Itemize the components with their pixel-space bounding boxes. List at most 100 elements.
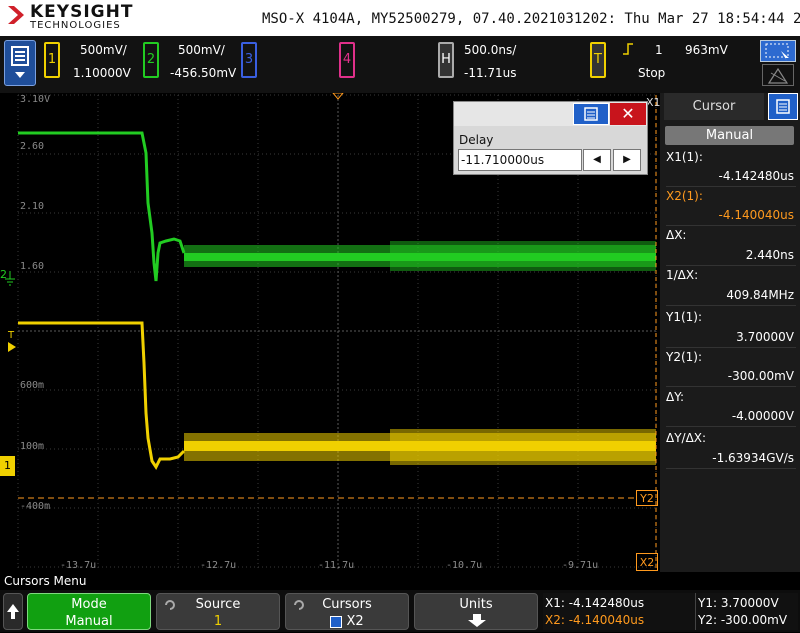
delay-menu-button[interactable]	[573, 103, 609, 125]
y1-value: 3.70000V	[736, 330, 794, 344]
delta-x-value: 2.440ns	[745, 248, 794, 262]
delay-decrement-button[interactable]: ◀	[583, 149, 611, 171]
trigger-button[interactable]: T	[590, 42, 606, 78]
y-tick-label: 1.60	[20, 261, 45, 272]
down-arrow-icon	[468, 614, 486, 627]
trigger-arrow-icon	[8, 342, 16, 352]
delay-input[interactable]: -11.710000us	[458, 149, 582, 171]
y-tick-label: 3.10V	[20, 94, 51, 105]
trigger-level-marker[interactable]: T	[8, 330, 14, 341]
x1-cursor-tag[interactable]: X1	[646, 96, 661, 109]
divider	[666, 305, 796, 306]
zone-trigger-button[interactable]	[762, 64, 794, 86]
slope-label: ΔY/ΔX:	[666, 431, 707, 445]
x-tick-label: -11.7u	[318, 560, 355, 571]
readout-y1: Y1: 3.70000V	[698, 596, 779, 610]
delay-close-button[interactable]: ✕	[610, 103, 646, 125]
readout-y2: Y2: -300.00mV	[698, 613, 788, 627]
softkey-cursors[interactable]: Cursors X2	[285, 593, 409, 630]
divider	[695, 593, 696, 630]
channel-1-scale: 500mV/	[80, 43, 127, 57]
y1-label: Y1(1):	[666, 310, 703, 324]
cursor-touch-icon	[765, 43, 789, 61]
x-tick-label: -12.7u	[200, 560, 237, 571]
delta-y-value: -4.00000V	[731, 409, 794, 423]
y-tick-label: -400m	[20, 501, 51, 512]
divider	[666, 265, 796, 266]
channel-1-button[interactable]: 1	[44, 42, 60, 78]
divider	[666, 186, 796, 187]
channel-1-ground-marker[interactable]: 1	[0, 456, 15, 476]
delta-y-label: ΔY:	[666, 390, 684, 404]
x1-label: X1(1):	[666, 150, 703, 164]
title-bar: KEYSIGHT TECHNOLOGIES MSO-X 4104A, MY525…	[0, 0, 800, 36]
up-arrow-icon	[7, 604, 19, 619]
x-tick-label: -10.7u	[446, 560, 483, 571]
softkey-mode-label: Mode	[71, 597, 107, 612]
back-button[interactable]	[3, 593, 23, 630]
divider	[666, 347, 796, 348]
menu-icon	[11, 46, 29, 78]
channel-2-button[interactable]: 2	[143, 42, 159, 78]
x-tick-label: -13.7u	[60, 560, 97, 571]
softkey-units[interactable]: Units	[414, 593, 538, 630]
trigger-level: 963mV	[685, 43, 728, 57]
tab-cursor[interactable]: Cursor	[664, 93, 764, 120]
panel-menu-button[interactable]	[768, 93, 798, 120]
softkey-mode[interactable]: Mode Manual	[27, 593, 151, 630]
channel-1-offset: 1.10000V	[73, 66, 131, 80]
cursor-mode-button[interactable]: Manual	[665, 126, 794, 145]
inverse-delta-x-label: 1/ΔX:	[666, 268, 699, 282]
x2-label: X2(1):	[666, 189, 703, 203]
timebase-value: 500.0ns/	[464, 43, 517, 57]
instrument-info: MSO-X 4104A, MY52500279, 07.40.202103120…	[262, 11, 800, 27]
checkbox-icon	[330, 615, 343, 628]
y2-label: Y2(1):	[666, 350, 703, 364]
main-menu-button[interactable]	[4, 40, 36, 86]
divider	[666, 426, 796, 427]
slope-value: -1.63934GV/s	[712, 451, 794, 465]
touch-select-button[interactable]	[760, 40, 796, 62]
softkey-source-label: Source	[195, 597, 241, 612]
readout-x2: X2: -4.140040us	[545, 613, 645, 627]
softkey-units-label: Units	[459, 597, 493, 612]
y2-cursor-tag[interactable]: Y2	[636, 490, 658, 506]
y-tick-label: 2.60	[20, 141, 45, 152]
keysight-logo-icon	[8, 6, 24, 24]
softkey-cursors-label: Cursors	[322, 597, 372, 612]
y-tick-label: 2.10	[20, 201, 45, 212]
divider	[666, 468, 796, 469]
ground-icon	[5, 271, 15, 286]
y2-value: -300.00mV	[727, 369, 794, 383]
channel-2-offset: -456.50mV	[170, 66, 237, 80]
softkey-mode-value: Manual	[65, 614, 113, 629]
delay-dialog: ✕ Delay -11.710000us ◀ ▶	[453, 101, 648, 175]
softkey-menu-title: Cursors Menu	[0, 572, 800, 590]
left-arrow-icon: ◀	[593, 154, 601, 165]
run-state: Stop	[638, 66, 666, 80]
channel-3-button[interactable]: 3	[241, 42, 257, 78]
delay-value-top: -11.71us	[464, 66, 517, 80]
horizontal-button[interactable]: H	[438, 42, 454, 78]
brand-subtitle: TECHNOLOGIES	[30, 20, 121, 31]
softkey-source[interactable]: Source 1	[156, 593, 280, 630]
x1-value: -4.142480us	[718, 169, 794, 183]
y-tick-label: 100m	[20, 441, 45, 452]
x2-cursor-tag[interactable]: X2	[636, 553, 658, 571]
rising-edge-icon	[623, 43, 633, 55]
delta-x-label: ΔX:	[666, 228, 687, 242]
x-tick-label: -9.71u	[562, 560, 599, 571]
delay-increment-button[interactable]: ▶	[613, 149, 641, 171]
trigger-source: 1	[655, 43, 663, 57]
softkey-source-value: 1	[213, 614, 223, 629]
inverse-delta-x-value: 409.84MHz	[726, 288, 794, 302]
softkey-cursors-value: X2	[346, 614, 364, 629]
x2-value: -4.140040us	[718, 208, 794, 222]
cursor-readout: X1: -4.142480us X2: -4.140040us Y1: 3.70…	[543, 593, 798, 630]
softkey-cursors-value-row: X2	[286, 614, 408, 629]
y-tick-label: 600m	[20, 380, 45, 391]
menu-icon	[584, 107, 598, 121]
divider	[666, 386, 796, 387]
zone-trigger-icon	[767, 67, 789, 84]
channel-4-button[interactable]: 4	[339, 42, 355, 78]
